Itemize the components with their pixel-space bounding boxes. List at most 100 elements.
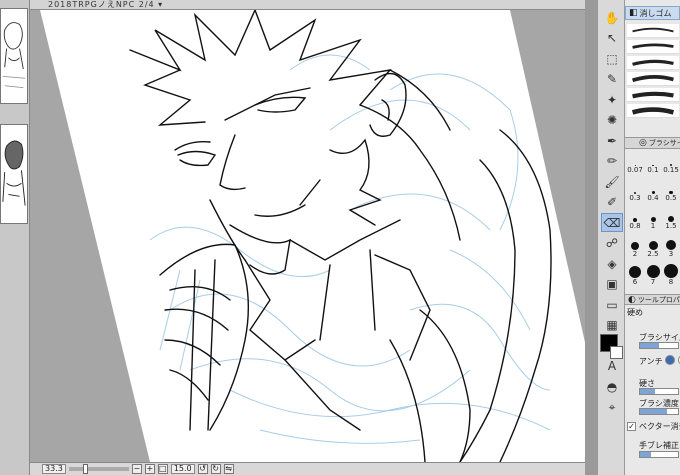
brush-size-option[interactable]: 8 (662, 264, 680, 286)
brush-size-option[interactable]: 0.1 (644, 152, 662, 174)
brush-size-header-label: ブラシサイズ (648, 139, 680, 147)
brush-size-value: 7 (650, 278, 656, 286)
zoom-field[interactable]: 33.3 (42, 464, 66, 474)
antialias-label: アンチ (639, 357, 663, 366)
stabilization-slider[interactable] (639, 451, 679, 458)
tool-column: ✋↖⬚✎✦✺✒✏🖌✐⌫☍◈▣▭▦⊿A◓⌖ (597, 0, 625, 475)
eraser-icon[interactable]: ⌫ (601, 213, 623, 232)
stroke-preview-5[interactable] (627, 88, 679, 102)
hand-icon[interactable]: ✋ (601, 8, 623, 27)
text-icon[interactable]: A (601, 357, 623, 376)
pen-icon[interactable]: ✒ (601, 131, 623, 150)
antialias-option-1[interactable] (665, 355, 675, 365)
tool-property-header-label: ツールプロパ (637, 295, 680, 304)
brush-size-value: 2.5 (647, 250, 659, 258)
zoom-out-icon[interactable]: − (131, 464, 142, 474)
brush-size-value: 0.3 (629, 194, 641, 202)
brush-size-option[interactable]: 0.4 (644, 180, 662, 202)
stroke-preview-2[interactable] (627, 40, 679, 54)
subtool-tab-eraser[interactable]: ◧ 消しゴム (625, 6, 680, 20)
brush-size-header: ◎ ブラシサイズ (625, 137, 680, 149)
lasso-icon[interactable]: ⬚ (601, 49, 623, 68)
wand-icon[interactable]: ✦ (601, 90, 623, 109)
brush-size-slider[interactable] (639, 342, 679, 349)
brush-icon[interactable]: 🖌 (601, 172, 623, 191)
tool-property-icon: ◐ (628, 294, 636, 305)
brush-size-icon: ◎ (639, 138, 647, 148)
status-bar: 33.3 − + □ 15.0 ↺ ↻ ⇋ (30, 462, 585, 475)
brush-size-option[interactable]: 0.3 (626, 180, 644, 202)
zoom-slider[interactable] (68, 464, 129, 474)
rotate-right-icon[interactable]: ↻ (210, 464, 221, 474)
stabilization-label: 手ブレ補正 (639, 441, 679, 450)
gradient-icon[interactable]: ▣ (601, 275, 623, 294)
page-thumbnail-strip (0, 0, 30, 475)
vector-erase-label: ベクター消去 (639, 422, 680, 431)
antialias-options (665, 355, 680, 365)
sub-color-swatch[interactable] (610, 346, 623, 359)
tool-property-name: 硬め (627, 308, 643, 317)
brush-size-value: 0.15 (663, 166, 679, 174)
pencil-icon[interactable]: ✏ (601, 152, 623, 171)
brush-size-option[interactable]: 1 (644, 208, 662, 230)
subtool-tab-label: 消しゴム (639, 8, 672, 18)
zoom-slider-knob[interactable] (82, 464, 88, 474)
brush-size-value: 6 (632, 278, 638, 286)
brush-size-dot (646, 265, 660, 278)
correct-icon[interactable]: ⌖ (601, 398, 623, 417)
brush-value: 15.0 (173, 464, 192, 473)
zoom-value: 33.3 (45, 464, 63, 473)
brush-size-value: 0.07 (627, 166, 643, 174)
brush-size-option[interactable]: 0.8 (626, 208, 644, 230)
rotate-left-icon[interactable]: ↺ (197, 464, 208, 474)
stroke-preview-3[interactable] (627, 56, 679, 70)
document-tab[interactable]: 2018TRPGノえNPC 2/4 ▾ (30, 0, 585, 10)
drawing-canvas[interactable] (30, 10, 585, 462)
shape-icon[interactable]: ▭ (601, 295, 623, 314)
zoom-in-icon[interactable]: + (144, 464, 155, 474)
eraser-icon: ◧ (629, 8, 638, 18)
brush-size-option[interactable]: 3 (662, 236, 680, 258)
brush-size-dot (648, 241, 658, 250)
airbrush-icon[interactable]: ✐ (601, 193, 623, 212)
stroke-preview-4[interactable] (627, 72, 679, 86)
brush-size-option[interactable]: 0.07 (626, 152, 644, 174)
brush-size-option[interactable]: 2 (626, 236, 644, 258)
brush-size-option[interactable]: 0.5 (662, 180, 680, 202)
balloon-icon[interactable]: ◓ (601, 377, 623, 396)
brush-size-option[interactable]: 6 (626, 264, 644, 286)
stroke-preview-6[interactable] (627, 104, 679, 118)
brush-size-option[interactable]: 1.5 (662, 208, 680, 230)
brush-size-option[interactable]: 7 (644, 264, 662, 286)
brush-size-value: 2 (632, 250, 638, 258)
fit-icon[interactable]: □ (157, 464, 168, 474)
tool-property-header: ◐ ツールプロパ (625, 294, 680, 305)
frame-icon[interactable]: ▦ (601, 316, 623, 335)
vector-erase-checkbox[interactable]: ✓ (627, 422, 636, 431)
pointer-icon[interactable]: ↖ (601, 29, 623, 48)
brush-size-value: 0.4 (647, 194, 659, 202)
brush-size-option[interactable]: 0.15 (662, 152, 680, 174)
fill-icon[interactable]: ◈ (601, 254, 623, 273)
document-tab-label: 2018TRPGノえNPC 2/4 ▾ (48, 0, 164, 9)
density-slider[interactable] (639, 408, 679, 415)
brush-size-dot (631, 242, 639, 250)
flip-icon[interactable]: ⇋ (223, 464, 234, 474)
blend-icon[interactable]: ☍ (601, 234, 623, 253)
paper-sheet (40, 10, 585, 462)
brush-size-option[interactable]: 2.5 (644, 236, 662, 258)
brush-size-value: 0.5 (665, 194, 677, 202)
stroke-preview-1[interactable] (627, 24, 679, 38)
subtool-panel: ◧ 消しゴム ◎ ブラシサイズ 0.07 0.1 0.15 0.3 0.4 0.5 0.8 1… (625, 0, 680, 475)
canvas-area[interactable]: 2018TRPGノえNPC 2/4 ▾ (30, 0, 585, 462)
brush-size-value: 8 (668, 278, 674, 286)
sparkle-icon[interactable]: ✺ (601, 111, 623, 130)
brush-size-dot (664, 264, 678, 278)
brush-value-field[interactable]: 15.0 (170, 464, 195, 474)
brush-size-dot (666, 240, 676, 250)
hardness-slider[interactable] (639, 388, 679, 395)
brush-size-value: 3 (668, 250, 674, 258)
page-thumbnail-1[interactable] (0, 8, 28, 104)
eyedropper-icon[interactable]: ✎ (601, 70, 623, 89)
page-thumbnail-2[interactable] (0, 124, 28, 224)
